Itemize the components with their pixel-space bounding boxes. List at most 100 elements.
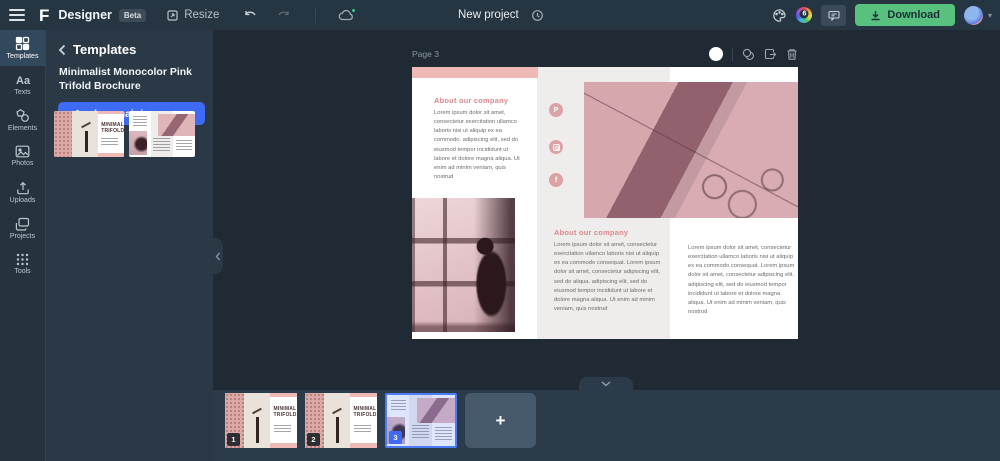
brochure-page[interactable]: About our company Lorem ipsum dolor sit …: [412, 67, 798, 339]
title-panel: MINIMAL TRIFOLD: [270, 393, 297, 448]
vase-photo: [244, 393, 271, 448]
sidebar-item-tools[interactable]: Tools: [0, 246, 45, 282]
app-logo[interactable]: F: [35, 7, 48, 24]
designer-app: F Designer Beta Resize New project: [0, 0, 1000, 461]
elements-shapes-icon: [15, 108, 30, 123]
facebook-icon[interactable]: f: [549, 173, 563, 187]
page-number-badge: 2: [307, 433, 320, 446]
beta-badge: Beta: [119, 9, 146, 22]
page-background-color-button[interactable]: [709, 47, 723, 61]
sidebar-item-templates[interactable]: Templates: [0, 30, 45, 66]
preview-title: MINIMAL TRIFOLD: [354, 407, 375, 419]
document-colors-icon[interactable]: 6: [796, 7, 812, 23]
photos-image-icon: [15, 145, 30, 158]
download-icon: [870, 10, 881, 21]
glasses-photo[interactable]: [584, 82, 798, 218]
shadow-photo-mini: [129, 131, 147, 155]
pinterest-glyph: P: [554, 107, 559, 114]
templates-panel: Templates Minimalist Monocolor Pink Trif…: [45, 30, 213, 461]
chevron-left-icon: [215, 252, 221, 261]
page-number-badge: 1: [227, 433, 240, 446]
plus-icon: +: [496, 411, 506, 431]
heading-middle[interactable]: About our company: [554, 228, 628, 237]
pages-bar-collapse-handle[interactable]: [579, 377, 633, 390]
canvas[interactable]: Page 3 About our company Lorem ipsum dol…: [213, 30, 1000, 390]
sidebar-item-elements[interactable]: Elements: [0, 102, 45, 138]
panel-title: Templates: [73, 42, 136, 57]
sidebar-item-projects[interactable]: Projects: [0, 210, 45, 246]
body-text-middle[interactable]: Lorem ipsum dolor sit amet, consectetur …: [554, 241, 661, 314]
brand-palette-icon[interactable]: [772, 8, 787, 23]
add-page-button[interactable]: +: [465, 393, 536, 448]
redo-icon[interactable]: [276, 9, 291, 22]
resize-icon: [166, 9, 179, 22]
template-preview-2[interactable]: [129, 111, 195, 157]
page-thumbnail-1[interactable]: MINIMAL TRIFOLD 1: [225, 393, 297, 448]
page-header: Page 3: [412, 44, 798, 64]
project-title[interactable]: New project: [458, 9, 519, 21]
title-panel: MINIMAL TRIFOLD: [98, 111, 124, 157]
panel-collapse-handle[interactable]: [213, 238, 223, 274]
download-button[interactable]: Download: [855, 4, 955, 26]
template-preview-1[interactable]: MINIMAL TRIFOLD: [54, 111, 124, 157]
projects-icon: [15, 217, 30, 231]
body-text-right[interactable]: Lorem ipsum dolor sit amet, consectetur …: [688, 244, 796, 317]
templates-grid-icon: [15, 36, 30, 51]
page-number-badge: 3: [389, 431, 402, 444]
undo-icon[interactable]: [243, 9, 258, 22]
duplicate-page-icon[interactable]: [742, 48, 755, 61]
left-icon-sidebar: Templates Aa Texts Elements Photos Uploa…: [0, 30, 45, 461]
top-bar: F Designer Beta Resize New project: [0, 0, 1000, 30]
sidebar-item-uploads[interactable]: Uploads: [0, 174, 45, 210]
template-name: Minimalist Monocolor Pink Trifold Brochu…: [46, 57, 213, 93]
facebook-glyph: f: [555, 177, 557, 184]
pattern-panel: [54, 111, 72, 157]
sidebar-item-texts[interactable]: Aa Texts: [0, 66, 45, 102]
download-label: Download: [887, 9, 940, 21]
top-pink-strip[interactable]: [412, 67, 538, 78]
sidebar-item-photos[interactable]: Photos: [0, 138, 45, 174]
texts-aa-icon: Aa: [15, 73, 31, 87]
history-icon[interactable]: [531, 9, 544, 22]
body-text-left[interactable]: Lorem ipsum dolor sit amet, consectetur …: [434, 109, 523, 182]
divider: [315, 7, 316, 23]
pinterest-icon[interactable]: P: [549, 103, 563, 117]
pages-bar: MINIMAL TRIFOLD 1 MINIMAL TRIFOLD 2: [213, 390, 1000, 461]
sidebar-label: Templates: [7, 53, 39, 60]
glasses-photo-mini: [417, 398, 455, 422]
move-page-icon[interactable]: [764, 48, 777, 61]
back-chevron-icon: [58, 44, 66, 56]
feedback-button[interactable]: [821, 5, 846, 26]
heading-left[interactable]: About our company: [434, 96, 508, 105]
resize-button[interactable]: Resize: [166, 9, 219, 22]
instagram-glyph: [553, 144, 560, 151]
title-panel: MINIMAL TRIFOLD: [350, 393, 377, 448]
divider: [732, 48, 733, 61]
cloud-sync-icon[interactable]: [338, 9, 355, 22]
sidebar-label: Elements: [8, 125, 37, 132]
delete-page-icon[interactable]: [786, 48, 798, 61]
color-count-badge: 6: [800, 9, 809, 18]
app-name: Designer: [58, 8, 112, 22]
sidebar-label: Tools: [14, 268, 30, 275]
panel-back-header[interactable]: Templates: [46, 30, 213, 57]
vase-photo: [72, 111, 98, 157]
preview-title: MINIMAL TRIFOLD: [274, 407, 295, 419]
glasses-photo-mini: [158, 114, 195, 136]
preview-title: MINIMAL TRIFOLD: [101, 123, 122, 135]
sidebar-label: Photos: [12, 160, 34, 167]
page-thumbnail-2[interactable]: MINIMAL TRIFOLD 2: [305, 393, 377, 448]
page-thumbnail-3-selected[interactable]: 3: [385, 393, 457, 448]
user-avatar[interactable]: [964, 6, 983, 25]
template-previews: MINIMAL TRIFOLD: [54, 111, 195, 157]
account-caret-icon[interactable]: ▾: [988, 11, 992, 20]
sidebar-label: Texts: [14, 89, 30, 96]
sidebar-label: Uploads: [10, 197, 36, 204]
svg-text:Aa: Aa: [16, 75, 31, 87]
window-shadow-photo[interactable]: [412, 198, 515, 332]
page-label: Page 3: [412, 49, 439, 59]
instagram-icon[interactable]: [549, 140, 563, 154]
main-menu-icon[interactable]: [9, 9, 25, 21]
vase-photo: [324, 393, 351, 448]
resize-label: Resize: [184, 9, 219, 21]
